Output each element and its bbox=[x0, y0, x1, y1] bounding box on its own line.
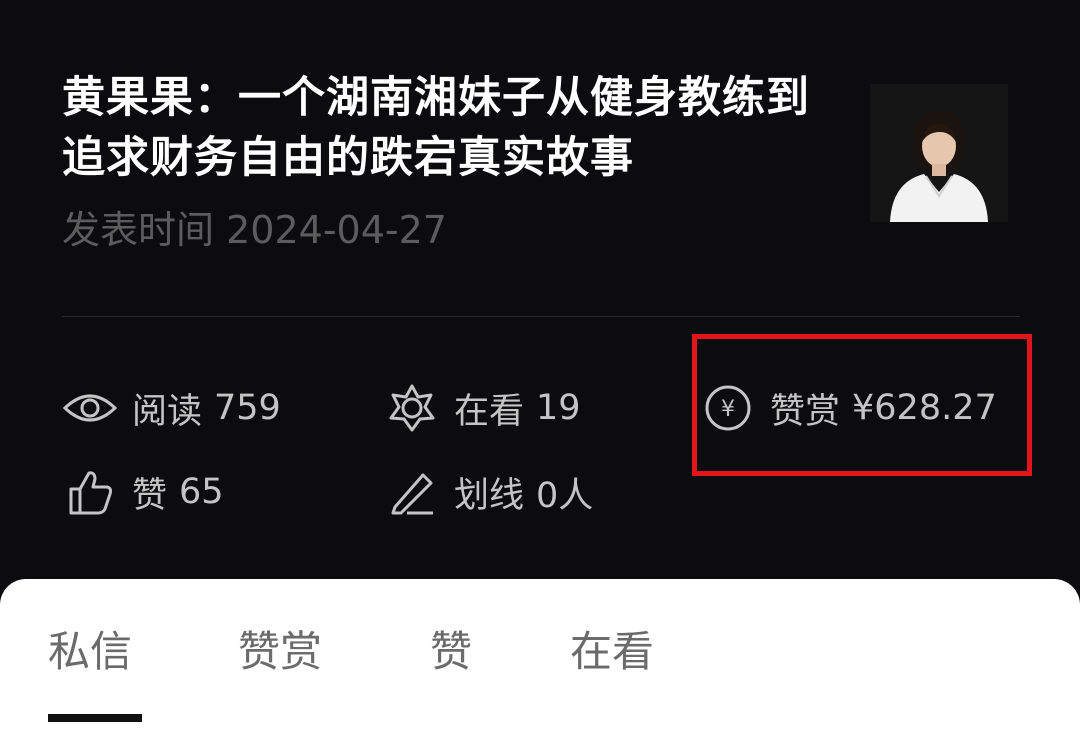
publish-date: 发表时间 2024-04-27 bbox=[62, 204, 447, 256]
bottom-sheet bbox=[0, 579, 1080, 739]
stat-reads: 阅读 759 bbox=[62, 378, 281, 438]
stat-watching-label: 在看 bbox=[454, 391, 525, 432]
article-thumbnail[interactable] bbox=[870, 84, 1008, 222]
sparkle-icon bbox=[384, 383, 440, 433]
tab-reward[interactable]: 赞赏 bbox=[238, 622, 322, 682]
stat-likes[interactable]: 赞 65 bbox=[62, 462, 224, 522]
back-chevron-icon[interactable] bbox=[66, 0, 106, 8]
stat-reads-label: 阅读 bbox=[132, 391, 203, 432]
stat-underline-value: 0人 bbox=[536, 475, 594, 516]
publish-date-value: 2024-04-27 bbox=[226, 208, 447, 252]
reward-highlight-box bbox=[692, 334, 1032, 476]
divider bbox=[62, 316, 1020, 317]
stat-underline: 划线 0人 bbox=[384, 462, 593, 522]
tab-private-message[interactable]: 私信 bbox=[48, 622, 132, 682]
stat-watching-value: 19 bbox=[536, 388, 581, 428]
eye-icon bbox=[62, 383, 118, 433]
portrait-image bbox=[870, 84, 1008, 222]
stat-underline-label: 划线 bbox=[454, 475, 525, 516]
tab-likes[interactable]: 赞 bbox=[430, 622, 472, 682]
article-title: 黄果果：一个湖南湘妹子从健身教练到追求财务自由的跌宕真实故事 bbox=[62, 73, 810, 183]
tab-watching[interactable]: 在看 bbox=[570, 622, 654, 682]
publish-date-label: 发表时间 bbox=[62, 208, 215, 252]
pen-icon bbox=[384, 467, 440, 517]
stat-reads-value: 759 bbox=[214, 388, 281, 428]
stat-likes-value: 65 bbox=[179, 472, 224, 512]
stat-likes-label: 赞 bbox=[132, 475, 168, 516]
stat-watching: 在看 19 bbox=[384, 378, 581, 438]
thumbs-up-icon bbox=[62, 467, 118, 517]
